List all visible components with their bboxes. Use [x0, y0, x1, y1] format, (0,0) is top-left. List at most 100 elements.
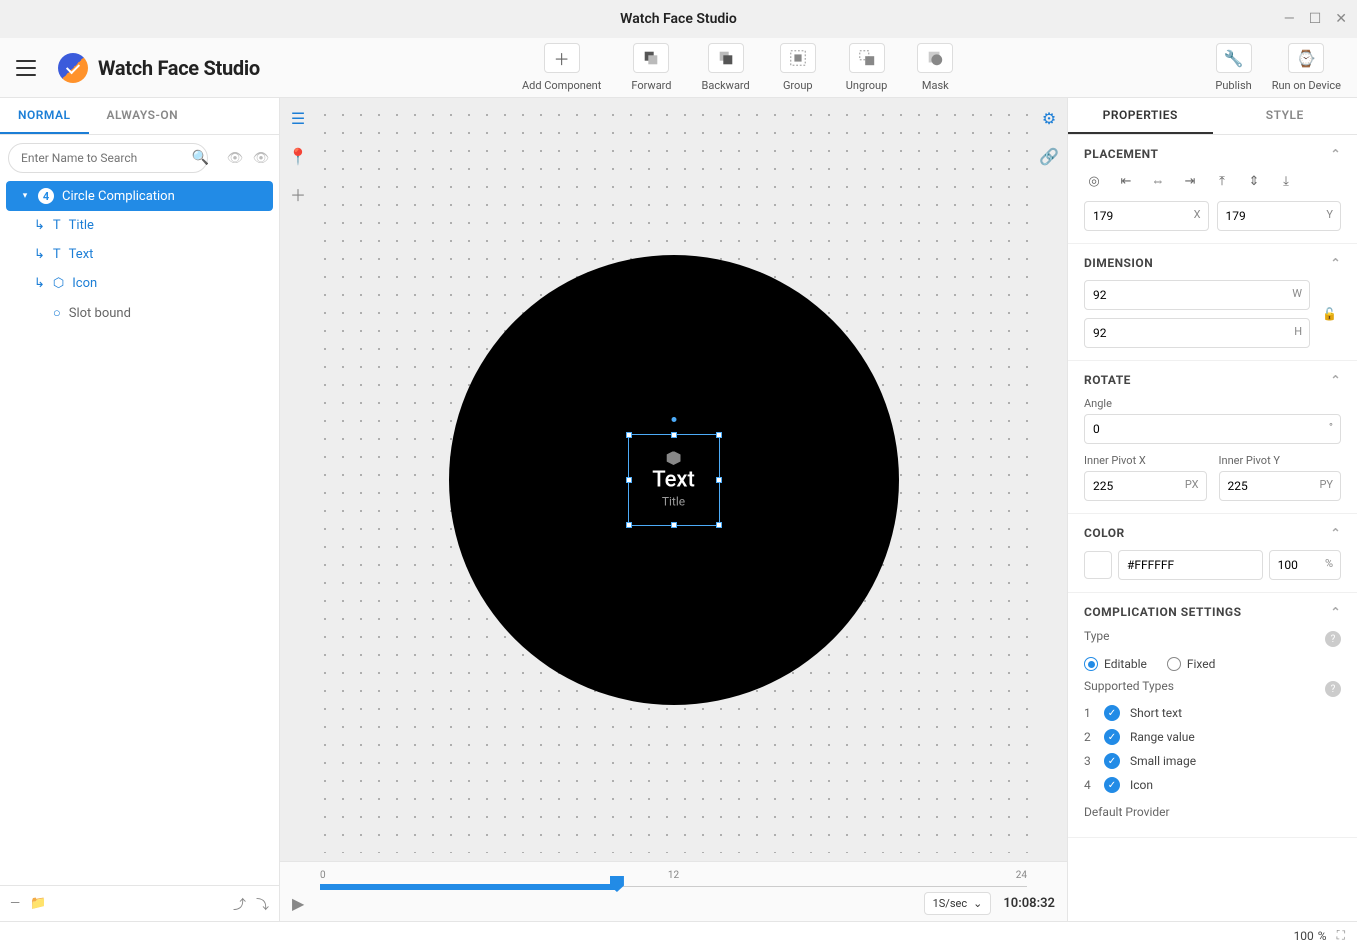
y-input[interactable] [1217, 201, 1342, 231]
add-tool-icon[interactable]: ＋ [286, 182, 310, 206]
align-top-icon[interactable]: ⤒ [1212, 171, 1232, 191]
chevron-up-icon[interactable]: ⌃ [1330, 373, 1341, 387]
chevron-up-icon[interactable]: ⌃ [1330, 256, 1341, 270]
rotate-handle[interactable] [671, 417, 676, 422]
zoom-level[interactable]: 100 % [1294, 929, 1327, 943]
upload-icon[interactable]: ⤴ [233, 894, 246, 913]
layer-icon[interactable]: ↳ ⬡ Icon [0, 269, 279, 298]
resize-handle[interactable] [626, 432, 632, 438]
visibility-toggle-2[interactable]: 👁 [251, 151, 271, 166]
check-icon: ✓ [1104, 777, 1120, 793]
remove-button[interactable]: — [10, 896, 20, 911]
selection-box[interactable] [628, 434, 720, 526]
text-icon: T [53, 218, 61, 233]
supported-type-1[interactable]: 1✓Short text [1084, 705, 1341, 721]
layers-footer: — 📁 ⤴ ⤵ [0, 885, 279, 921]
chevron-up-icon[interactable]: ⌃ [1330, 147, 1341, 161]
timeline-track[interactable]: 0 12 24 [320, 870, 1027, 894]
layer-slot-bound[interactable]: ↳ ○ Slot bound [0, 298, 279, 328]
angle-input[interactable] [1084, 414, 1341, 444]
complication-settings-section: COMPLICATION SETTINGS⌃ Type ? Editable F… [1068, 593, 1357, 838]
link-icon: ↳ [34, 247, 45, 262]
resize-handle[interactable] [716, 522, 722, 528]
maximize-button[interactable]: ☐ [1309, 11, 1322, 27]
layer-tree: ▾ 4 Circle Complication ↳ T Title ↳ T Te… [0, 181, 279, 885]
chevron-down-icon: ▾ [20, 191, 30, 201]
minimize-button[interactable]: — [1284, 11, 1295, 27]
folder-button[interactable]: 📁 [30, 896, 46, 911]
supported-type-2[interactable]: 2✓Range value [1084, 729, 1341, 745]
align-left-icon[interactable]: ⇤ [1116, 171, 1136, 191]
supported-type-4[interactable]: 4✓Icon [1084, 777, 1341, 793]
lock-aspect-icon[interactable]: 🔓 [1318, 307, 1341, 321]
plus-icon: ＋ [544, 43, 580, 73]
align-center-both-icon[interactable]: ◎ [1084, 171, 1104, 191]
align-center-h-icon[interactable]: ⇔ [1148, 171, 1168, 191]
layer-title[interactable]: ↳ T Title [0, 211, 279, 240]
toolbar-right: 🔧 Publish ⌚ Run on Device [1215, 43, 1341, 92]
radio-editable[interactable]: Editable [1084, 657, 1147, 671]
layer-text[interactable]: ↳ T Text [0, 240, 279, 269]
resize-handle[interactable] [716, 477, 722, 483]
backward-button[interactable]: Backward [702, 43, 750, 92]
layers-tool-icon[interactable]: ☰ [286, 106, 310, 130]
resize-handle[interactable] [671, 432, 677, 438]
search-icon: 🔍 [192, 150, 209, 166]
group-icon [780, 43, 816, 73]
tab-properties[interactable]: PROPERTIES [1068, 98, 1213, 134]
x-input[interactable] [1084, 201, 1209, 231]
resize-handle[interactable] [671, 522, 677, 528]
layer-count-badge: 4 [38, 188, 54, 204]
menu-button[interactable] [16, 60, 36, 76]
fullscreen-icon[interactable]: ⛶ [1337, 928, 1345, 943]
chevron-up-icon[interactable]: ⌃ [1330, 526, 1341, 540]
supported-type-3[interactable]: 3✓Small image [1084, 753, 1341, 769]
align-center-v-icon[interactable]: ⇕ [1244, 171, 1264, 191]
radio-fixed[interactable]: Fixed [1167, 657, 1216, 671]
close-button[interactable]: ✕ [1335, 11, 1347, 27]
add-component-button[interactable]: ＋ Add Component [522, 43, 601, 92]
forward-button[interactable]: Forward [631, 43, 671, 92]
help-icon[interactable]: ? [1325, 681, 1341, 697]
timeline-label-start: 0 [320, 870, 326, 881]
viewport[interactable]: Text Title [280, 98, 1067, 861]
play-button[interactable]: ▶ [292, 894, 304, 913]
resize-handle[interactable] [716, 432, 722, 438]
height-input[interactable] [1084, 318, 1310, 348]
resize-handle[interactable] [626, 477, 632, 483]
align-bottom-icon[interactable]: ⤓ [1276, 171, 1296, 191]
check-icon: ✓ [1104, 729, 1120, 745]
check-icon: ✓ [1104, 753, 1120, 769]
group-button[interactable]: Group [780, 43, 816, 92]
width-input[interactable] [1084, 280, 1310, 310]
window-title: Watch Face Studio [620, 11, 737, 27]
search-input[interactable] [8, 143, 208, 173]
tab-always-on[interactable]: ALWAYS-ON [89, 98, 197, 134]
ungroup-button[interactable]: Ungroup [846, 43, 888, 92]
text-icon: T [53, 247, 61, 262]
color-swatch[interactable] [1084, 551, 1112, 579]
app-name: Watch Face Studio [98, 56, 260, 80]
download-icon[interactable]: ⤵ [256, 894, 269, 913]
resize-handle[interactable] [626, 522, 632, 528]
link-tool-icon[interactable]: 🔗 [1037, 144, 1061, 168]
mode-tabs: NORMAL ALWAYS-ON [0, 98, 279, 135]
properties-panel: PROPERTIES STYLE PLACEMENT⌃ ◎ ⇤ ⇔ ⇥ ⤒ ⇕ … [1067, 98, 1357, 921]
tab-style[interactable]: STYLE [1213, 98, 1357, 134]
align-right-icon[interactable]: ⇥ [1180, 171, 1200, 191]
chevron-up-icon[interactable]: ⌃ [1330, 605, 1341, 619]
link-icon: ↳ [34, 218, 45, 233]
tab-normal[interactable]: NORMAL [0, 98, 89, 134]
publish-button[interactable]: 🔧 Publish [1215, 43, 1251, 92]
link-icon: ↳ [34, 276, 45, 291]
visibility-toggle-1[interactable]: 👁 [225, 151, 245, 166]
color-hex-input[interactable] [1118, 550, 1263, 580]
help-icon[interactable]: ? [1325, 631, 1341, 647]
run-on-device-button[interactable]: ⌚ Run on Device [1272, 43, 1341, 92]
pin-tool-icon[interactable]: 📍 [286, 144, 310, 168]
settings-tool-icon[interactable]: ⚙ [1037, 106, 1061, 130]
mask-button[interactable]: Mask [917, 43, 953, 92]
playback-rate-select[interactable]: 1S/sec ⌄ [924, 892, 992, 915]
main-toolbar: Watch Face Studio ＋ Add Component Forwar… [0, 38, 1357, 98]
layer-circle-complication[interactable]: ▾ 4 Circle Complication [6, 181, 273, 211]
